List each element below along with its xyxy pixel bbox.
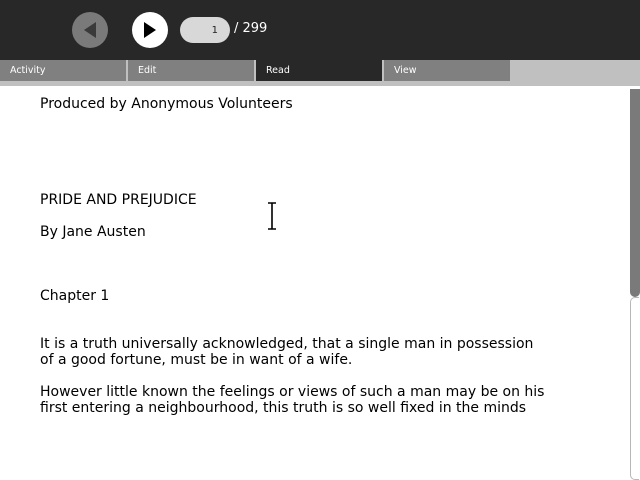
producer-credit: Produced by Anonymous Volunteers bbox=[40, 96, 293, 112]
tab-bar: Activity Edit Read View bbox=[0, 60, 640, 86]
back-button[interactable] bbox=[72, 12, 108, 48]
main-toolbar: / 299 bbox=[0, 0, 640, 60]
paragraph-line: first entering a neighbourhood, this tru… bbox=[40, 400, 527, 416]
page-total-label: / 299 bbox=[234, 21, 268, 36]
scrollbar-thumb[interactable] bbox=[630, 89, 640, 297]
text-cursor-icon bbox=[268, 202, 276, 230]
book-title: PRIDE AND PREJUDICE bbox=[40, 192, 197, 208]
tab-activity[interactable]: Activity bbox=[0, 60, 126, 81]
scrollbar-track[interactable] bbox=[630, 297, 639, 480]
forward-button[interactable] bbox=[132, 12, 168, 48]
tab-view[interactable]: View bbox=[384, 60, 510, 81]
back-arrow-icon bbox=[84, 22, 96, 38]
forward-arrow-icon bbox=[144, 22, 156, 38]
paragraph-line: It is a truth universally acknowledged, … bbox=[40, 336, 534, 352]
document-view[interactable]: Produced by Anonymous Volunteers PRIDE A… bbox=[0, 87, 628, 480]
book-author: By Jane Austen bbox=[40, 224, 146, 240]
tab-read[interactable]: Read bbox=[256, 60, 382, 81]
paragraph-line: However little known the feelings or vie… bbox=[40, 384, 545, 400]
tab-edit[interactable]: Edit bbox=[128, 60, 254, 81]
page-number-input[interactable] bbox=[180, 17, 230, 43]
chapter-heading: Chapter 1 bbox=[40, 288, 110, 304]
paragraph-line: of a good fortune, must be in want of a … bbox=[40, 352, 353, 368]
vertical-scrollbar[interactable] bbox=[628, 87, 640, 480]
